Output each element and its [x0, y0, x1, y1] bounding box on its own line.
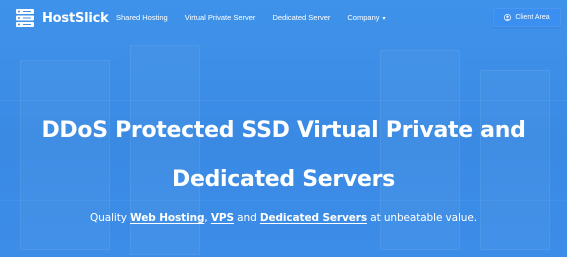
- nav-company-dropdown[interactable]: Company ▾: [347, 13, 385, 22]
- nav-dedicated-server[interactable]: Dedicated Server: [272, 13, 330, 22]
- background-line: [0, 100, 567, 101]
- top-navbar: HostSlick Shared Hosting Virtual Private…: [0, 0, 567, 36]
- client-area-label: Client Area: [515, 14, 550, 21]
- hero-tagline: Quality Web Hosting, VPS and Dedicated S…: [0, 212, 567, 224]
- tagline-suffix: at unbeatable value.: [367, 212, 477, 224]
- client-area-button[interactable]: Client Area: [493, 8, 561, 27]
- nav-shared-hosting[interactable]: Shared Hosting: [116, 13, 168, 22]
- tagline-middle: and: [233, 212, 260, 224]
- vps-link[interactable]: VPS: [211, 212, 234, 224]
- brand-name: HostSlick: [42, 10, 109, 26]
- web-hosting-link[interactable]: Web Hosting: [130, 212, 204, 224]
- user-circle-icon: [504, 14, 512, 21]
- brand-logo[interactable]: HostSlick: [14, 7, 109, 29]
- nav-virtual-private-server[interactable]: Virtual Private Server: [185, 13, 256, 22]
- hero-headline-line1: DDoS Protected SSD Virtual Private and: [41, 118, 526, 143]
- server-stack-icon: [16, 9, 34, 27]
- tagline-prefix: Quality: [90, 212, 131, 224]
- caret-down-icon: ▾: [382, 16, 386, 22]
- background-line: [0, 200, 567, 201]
- nav-company-label: Company: [347, 13, 380, 22]
- hero-headline-line2: Dedicated Servers: [172, 167, 395, 192]
- main-nav: Shared Hosting Virtual Private Server De…: [116, 13, 386, 22]
- hero-section: HostSlick Shared Hosting Virtual Private…: [0, 0, 567, 257]
- dedicated-servers-link[interactable]: Dedicated Servers: [260, 212, 367, 224]
